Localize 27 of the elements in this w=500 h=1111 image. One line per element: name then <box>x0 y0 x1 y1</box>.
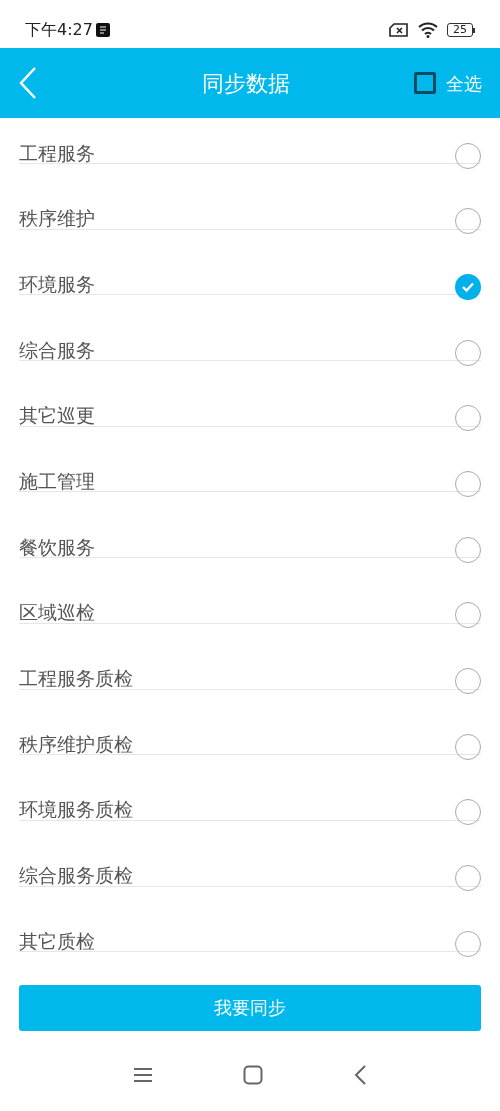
back-icon[interactable] <box>353 1064 367 1085</box>
item-label: 秩序维护 <box>19 206 95 231</box>
item-label: 施工管理 <box>19 468 95 493</box>
checked-radio[interactable] <box>455 273 481 300</box>
check-icon <box>461 280 475 293</box>
item-label: 工程服务 <box>19 140 95 165</box>
item-label: 综合服务质检 <box>19 863 133 888</box>
wifi-icon <box>417 22 439 38</box>
item-label: 工程服务质检 <box>19 666 133 690</box>
home-icon[interactable] <box>243 1064 263 1085</box>
item-label: 综合服务 <box>19 337 95 362</box>
item-label: 环境服务 <box>19 271 95 296</box>
item-label: 其它质检 <box>19 928 95 953</box>
item-label: 秩序维护质检 <box>19 731 133 756</box>
sync-button[interactable]: 我要同步 <box>19 984 481 1031</box>
battery-icon: 25 <box>447 23 475 37</box>
menu-icon[interactable] <box>133 1066 153 1083</box>
notification-icon <box>95 23 110 37</box>
item-label: 其它巡更 <box>19 403 95 428</box>
page-title: 同步数据 <box>202 69 290 98</box>
item-label: 区域巡检 <box>19 600 95 625</box>
sim-icon <box>389 23 409 37</box>
select-all-label[interactable]: 全选 <box>446 69 482 97</box>
item-label: 餐饮服务 <box>19 534 95 559</box>
item-label: 环境服务质检 <box>19 797 133 822</box>
select-all-checkbox[interactable] <box>414 72 436 94</box>
status-time: 下午4:27 <box>25 19 93 41</box>
